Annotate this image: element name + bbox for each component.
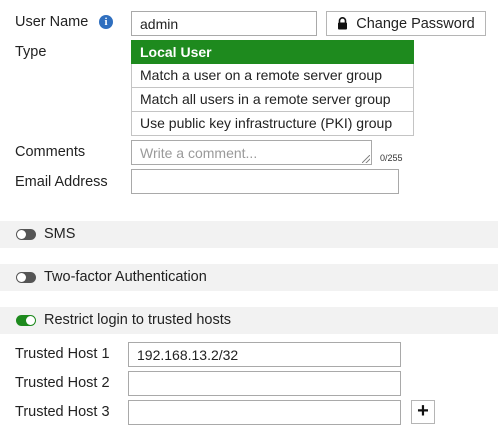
type-option-match-user-remote[interactable]: Match a user on a remote server group [131,64,414,88]
info-icon[interactable]: i [99,15,113,29]
sms-toggle[interactable] [16,229,36,240]
email-label: Email Address [15,174,108,190]
trusted-host-2-label: Trusted Host 2 [15,375,110,391]
sms-section: SMS [0,221,498,248]
toggle-knob [17,230,26,239]
type-option-list: Local User Match a user on a remote serv… [131,40,414,136]
toggle-knob [26,316,35,325]
two-factor-label: Two-factor Authentication [44,269,207,285]
two-factor-toggle[interactable] [16,272,36,283]
trusted-host-2-input[interactable] [128,371,401,396]
trusted-host-3-label: Trusted Host 3 [15,404,110,420]
lock-icon [338,17,348,30]
type-label: Type [15,44,47,60]
toggle-knob [17,273,26,282]
restrict-login-label: Restrict login to trusted hosts [44,312,231,328]
type-option-match-all-remote[interactable]: Match all users in a remote server group [131,88,414,112]
restrict-login-toggle[interactable] [16,315,36,326]
two-factor-section: Two-factor Authentication [0,264,498,291]
trusted-host-3-input[interactable] [128,400,401,425]
comments-label: Comments [15,144,86,160]
comments-counter: 0/255 [380,153,403,163]
type-option-pki-group[interactable]: Use public key infrastructure (PKI) grou… [131,112,414,136]
comments-field-wrapper [131,140,372,165]
type-option-local-user[interactable]: Local User [131,40,414,64]
comments-textarea[interactable] [131,140,372,165]
trusted-host-1-label: Trusted Host 1 [15,346,110,362]
sms-label: SMS [44,226,76,242]
change-password-label: Change Password [356,15,475,32]
change-password-button[interactable]: Change Password [326,11,486,36]
user-name-input[interactable] [131,11,317,36]
plus-icon: + [417,400,429,422]
trusted-host-1-input[interactable] [128,342,401,367]
restrict-login-section: Restrict login to trusted hosts [0,307,498,334]
user-name-label: User Name [15,14,89,30]
add-trusted-host-button[interactable]: + [411,400,435,424]
resize-grip-icon[interactable] [362,155,370,163]
email-input[interactable] [131,169,399,194]
